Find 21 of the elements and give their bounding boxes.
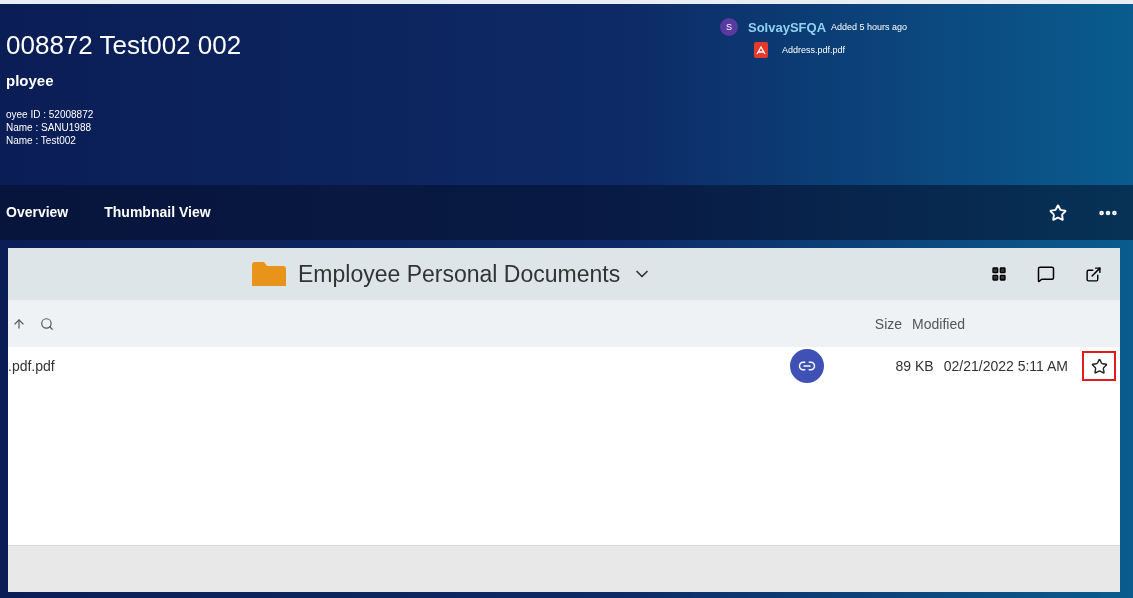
nav-tab[interactable]: Overview	[6, 199, 69, 226]
column-header[interactable]: Size	[874, 315, 903, 332]
user-name[interactable]: SolvaySFQA	[748, 19, 827, 35]
star-icon	[1090, 357, 1108, 375]
link-icon[interactable]	[789, 349, 824, 383]
modified-date: 02/21/2022 5:11 AM	[943, 358, 1068, 374]
nav-tab[interactable]: Thumbnail View	[104, 199, 211, 226]
column-header[interactable]: Modified	[912, 315, 965, 332]
folder-icon	[252, 262, 286, 286]
page-title: 008872 Test002 002	[6, 30, 242, 60]
detail-text: Name : Test002	[6, 135, 77, 146]
user-avatar: S	[720, 18, 738, 36]
activity-time: Added 5 hours ago	[831, 22, 908, 32]
pdf-file-icon	[754, 42, 768, 58]
favorite-button[interactable]	[1082, 351, 1116, 381]
detail-text: Name : SANU1988	[6, 122, 93, 133]
detail-text: oyee ID : 52008872	[6, 109, 95, 120]
page-subtitle: ployee	[6, 72, 55, 89]
file-name[interactable]: .pdf.pdf	[8, 358, 55, 374]
file-size: 89 KB	[895, 358, 934, 374]
file-link[interactable]: Address.pdf.pdf	[782, 45, 846, 55]
